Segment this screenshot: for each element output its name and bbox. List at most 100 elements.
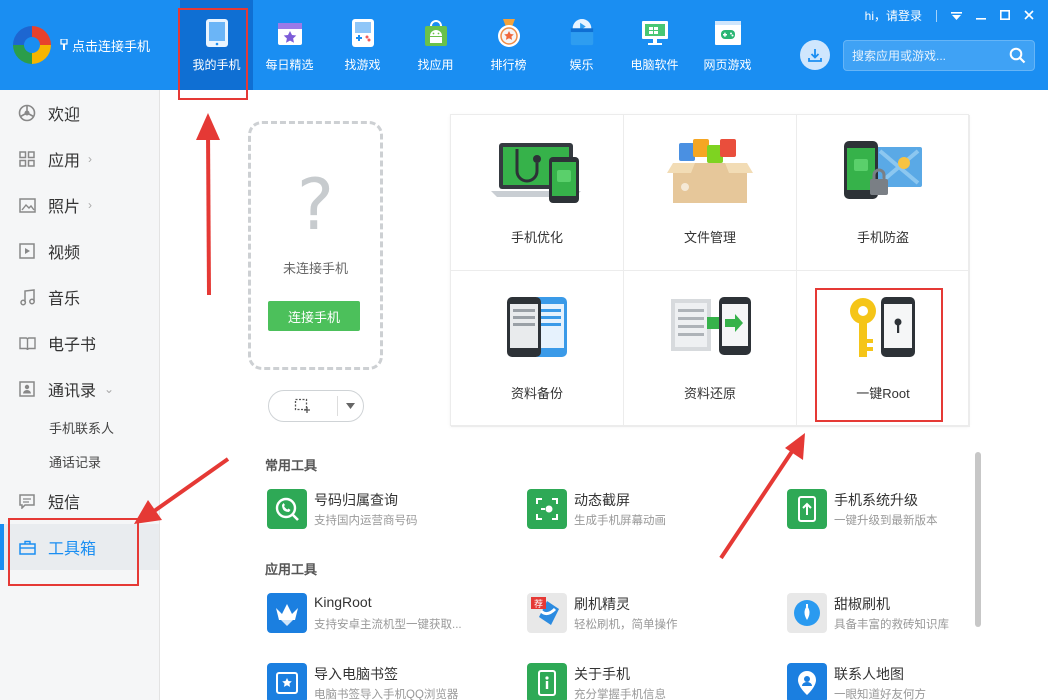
tool-desc: 支持国内运营商号码 xyxy=(314,515,418,527)
feature-label: 文件管理 xyxy=(683,230,736,245)
photo-icon xyxy=(18,196,36,214)
nav-entertainment[interactable]: 娱乐 xyxy=(545,0,618,90)
sidebar-item-label: 应用 xyxy=(48,153,81,170)
screenshot-button[interactable] xyxy=(268,390,364,422)
nav-web-games[interactable]: 网页游戏 xyxy=(691,0,764,90)
stethoscope-laptop-icon xyxy=(451,137,623,217)
top-bar: 点击连接手机 我的手机 每日精选 找游戏 找应用 排行榜 娱乐 电脑软件 网页游… xyxy=(0,0,1048,90)
sidebar-item-videos[interactable]: 视频 xyxy=(0,228,159,274)
welcome-icon xyxy=(18,104,36,122)
monitor-icon xyxy=(641,18,669,48)
about-phone-icon xyxy=(527,663,567,700)
sidebar: 欢迎 应用 › 照片 › 视频 音乐 电子书 通讯录 ⌄ 手机联系人 通话记录 … xyxy=(0,90,160,700)
tool-pepper-flash[interactable]: 甜椒刷机 具备丰富的救砖知识库 xyxy=(787,593,1027,639)
main-nav: 我的手机 每日精选 找游戏 找应用 排行榜 娱乐 电脑软件 网页游戏 xyxy=(180,0,764,90)
annotation-box-my-phone xyxy=(178,8,248,100)
tool-number-lookup[interactable]: 号码归属查询 支持国内运营商号码 xyxy=(267,489,507,535)
nav-label: 每日精选 xyxy=(265,58,314,72)
sidebar-item-label: 照片 xyxy=(48,199,81,216)
tool-flash-sprite[interactable]: 荐 刷机精灵 轻松刷机，简单操作 xyxy=(527,593,767,639)
phone-status-text: 未连接手机 xyxy=(282,261,348,276)
crown-icon xyxy=(267,593,307,633)
feature-data-backup[interactable]: 资料备份 xyxy=(451,271,624,427)
maximize-icon[interactable] xyxy=(1000,9,1010,23)
book-icon xyxy=(18,334,36,352)
tool-name: 甜椒刷机 xyxy=(834,596,890,612)
search-icon[interactable] xyxy=(1009,47,1026,69)
annotation-arrowhead-upright xyxy=(785,433,805,460)
phone-status-card: ? 未连接手机 连接手机 xyxy=(248,121,383,370)
section-title-common-tools: 常用工具 xyxy=(265,458,318,473)
vertical-scrollbar[interactable] xyxy=(975,452,981,627)
sidebar-item-label: 视频 xyxy=(48,245,81,262)
download-manager-button[interactable] xyxy=(800,40,830,70)
sidebar-item-music[interactable]: 音乐 xyxy=(0,274,159,320)
pepper-flash-icon xyxy=(787,593,827,633)
sidebar-item-label: 通讯录 xyxy=(48,383,97,400)
feature-file-manager[interactable]: 文件管理 xyxy=(624,115,797,271)
connect-phone-button[interactable]: 连接手机 xyxy=(268,301,360,331)
sidebar-item-label: 音乐 xyxy=(48,291,81,308)
video-icon xyxy=(18,242,36,260)
tool-contact-map[interactable]: 联系人地图 一眼知道好友何方 xyxy=(787,663,1027,700)
browser-game-icon xyxy=(714,18,742,48)
tool-system-upgrade[interactable]: 手机系统升级 一键升级到最新版本 xyxy=(787,489,1027,535)
close-icon[interactable] xyxy=(1024,9,1034,23)
file-box-icon xyxy=(624,137,796,217)
sidebar-subitem-phone-contacts[interactable]: 手机联系人 xyxy=(49,418,114,437)
download-icon xyxy=(808,49,822,62)
screen-capture-icon xyxy=(527,489,567,529)
tool-about-phone[interactable]: 关于手机 充分掌握手机信息 xyxy=(527,663,767,700)
tool-kingroot[interactable]: KingRoot 支持安卓主流机型一键获取... xyxy=(267,593,507,639)
annotation-box-one-click-root xyxy=(815,288,943,422)
sidebar-item-welcome[interactable]: 欢迎 xyxy=(0,90,159,136)
feature-data-restore[interactable]: 资料还原 xyxy=(624,271,797,427)
sidebar-item-label: 短信 xyxy=(48,495,81,512)
sidebar-item-apps[interactable]: 应用 › xyxy=(0,136,159,182)
feature-label: 资料备份 xyxy=(510,386,563,401)
gameboy-icon xyxy=(349,18,377,48)
annotation-arrow-up xyxy=(206,129,211,296)
grid-icon xyxy=(18,150,36,168)
nav-pc-software[interactable]: 电脑软件 xyxy=(618,0,691,90)
tool-name: KingRoot xyxy=(314,594,372,610)
feature-phone-optimize[interactable]: 手机优化 xyxy=(451,115,624,271)
calendar-star-icon xyxy=(276,18,304,48)
bookmark-import-icon xyxy=(267,663,307,700)
nav-label: 电脑软件 xyxy=(630,58,679,72)
backup-phones-icon xyxy=(451,293,623,373)
sidebar-item-photos[interactable]: 照片 › xyxy=(0,182,159,228)
question-mark-icon: ? xyxy=(296,164,335,246)
tool-name: 关于手机 xyxy=(574,666,630,682)
search-input[interactable] xyxy=(844,48,1004,63)
tool-animated-screenshot[interactable]: 动态截屏 生成手机屏幕动画 xyxy=(527,489,767,535)
annotation-arrowhead-up xyxy=(196,113,220,140)
minimize-icon[interactable] xyxy=(976,9,986,23)
android-bag-icon xyxy=(422,18,450,48)
tool-name: 动态截屏 xyxy=(574,492,630,508)
tool-import-bookmarks[interactable]: 导入电脑书签 电脑书签导入手机QQ浏览器 xyxy=(267,663,507,700)
section-title-app-tools: 应用工具 xyxy=(265,562,318,577)
feature-anti-theft[interactable]: 手机防盗 xyxy=(797,115,970,271)
tool-name: 手机系统升级 xyxy=(834,492,918,508)
tool-desc: 充分掌握手机信息 xyxy=(574,689,666,700)
nav-label: 娱乐 xyxy=(569,58,594,72)
nav-find-games[interactable]: 找游戏 xyxy=(326,0,399,90)
login-link[interactable]: hi，请登录 xyxy=(865,7,922,24)
nav-daily-picks[interactable]: 每日精选 xyxy=(253,0,326,90)
screenshot-crop-icon[interactable] xyxy=(269,398,337,414)
sidebar-item-contacts[interactable]: 通讯录 ⌄ xyxy=(0,366,159,412)
phone-search-icon xyxy=(267,489,307,529)
sidebar-item-ebooks[interactable]: 电子书 xyxy=(0,320,159,366)
sidebar-subitem-call-log[interactable]: 通话记录 xyxy=(49,452,101,471)
search-box xyxy=(843,40,1035,71)
sidebar-item-label: 电子书 xyxy=(48,337,97,354)
screenshot-dropdown-icon[interactable] xyxy=(338,401,363,411)
sms-icon xyxy=(18,492,36,510)
nav-find-apps[interactable]: 找应用 xyxy=(399,0,472,90)
connect-phone-link[interactable]: 点击连接手机 xyxy=(60,36,150,55)
nav-rankings[interactable]: 排行榜 xyxy=(472,0,545,90)
menu-dropdown-icon[interactable] xyxy=(951,9,962,23)
nav-label: 排行榜 xyxy=(490,58,527,72)
app-logo-icon[interactable] xyxy=(13,26,51,64)
